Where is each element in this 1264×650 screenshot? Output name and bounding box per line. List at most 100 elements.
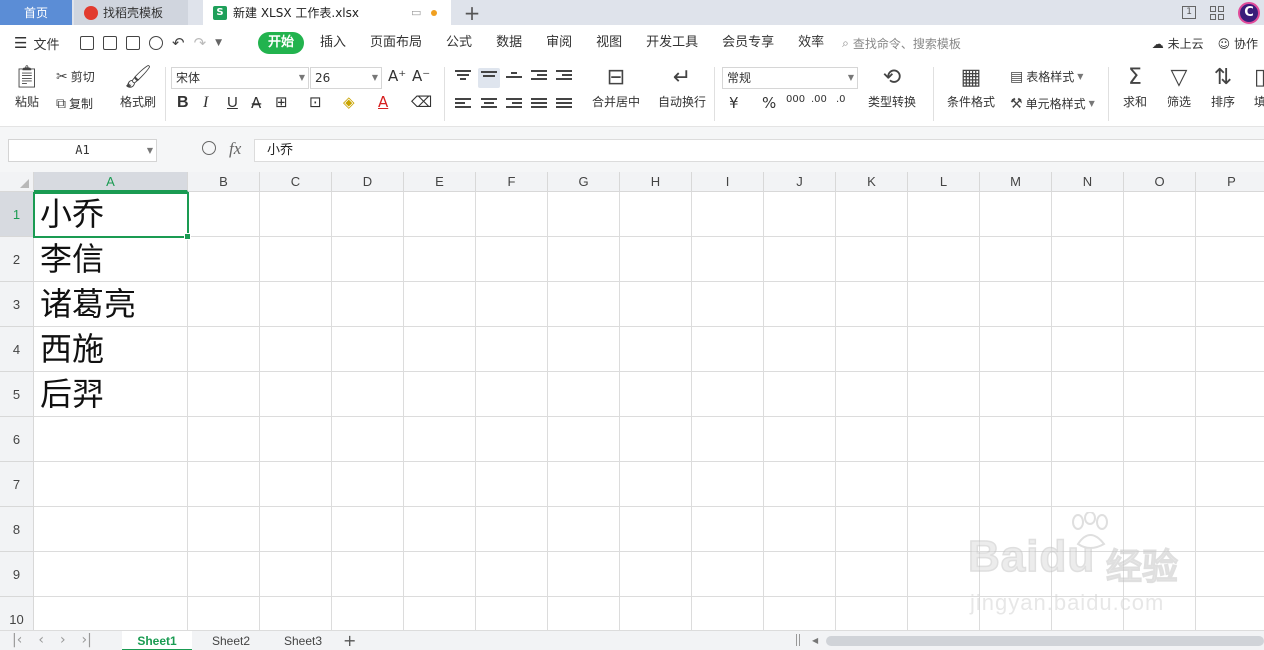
tab-insert[interactable]: 插入 — [308, 32, 358, 54]
cell-p8[interactable] — [1196, 507, 1264, 552]
cell-m5[interactable] — [980, 372, 1052, 417]
cell-d7[interactable] — [332, 462, 404, 507]
cell-h6[interactable] — [620, 417, 692, 462]
cell-l3[interactable] — [908, 282, 980, 327]
cell-a4[interactable]: 西施 — [34, 327, 188, 372]
cell-k8[interactable] — [836, 507, 908, 552]
row-header-10[interactable]: 10 — [0, 597, 34, 630]
thousands-icon[interactable]: 000 — [786, 94, 805, 105]
new-tab-button[interactable]: + — [462, 0, 482, 25]
cell-g5[interactable] — [548, 372, 620, 417]
column-header-c[interactable]: C — [260, 172, 332, 192]
cell-o7[interactable] — [1124, 462, 1196, 507]
cell-h1[interactable] — [620, 192, 692, 237]
percent-icon[interactable]: % — [762, 94, 776, 112]
cell-c10[interactable] — [260, 597, 332, 630]
fill-button[interactable]: ▯ 填 — [1250, 65, 1264, 110]
column-header-l[interactable]: L — [908, 172, 980, 192]
cell-p1[interactable] — [1196, 192, 1264, 237]
align-left-icon[interactable] — [455, 98, 471, 112]
cell-n6[interactable] — [1052, 417, 1124, 462]
column-header-a[interactable]: A — [34, 172, 188, 192]
layout-badge-icon[interactable]: 1 — [1182, 6, 1196, 19]
cell-g8[interactable] — [548, 507, 620, 552]
cell-o6[interactable] — [1124, 417, 1196, 462]
tab-page-layout[interactable]: 页面布局 — [358, 32, 434, 54]
filter-button[interactable]: ▽ 筛选 — [1162, 65, 1196, 110]
cell-k6[interactable] — [836, 417, 908, 462]
cell-m6[interactable] — [980, 417, 1052, 462]
cell-o2[interactable] — [1124, 237, 1196, 282]
cell-h2[interactable] — [620, 237, 692, 282]
sheet-tab-sheet2[interactable]: Sheet2 — [196, 631, 266, 650]
undo-icon[interactable]: ↶ — [172, 34, 185, 52]
highlight-icon[interactable]: ◈ — [343, 93, 355, 111]
cell-i3[interactable] — [692, 282, 764, 327]
cell-p3[interactable] — [1196, 282, 1264, 327]
cell-d5[interactable] — [332, 372, 404, 417]
cell-fill-icon[interactable]: ⊡ — [309, 93, 322, 111]
row-header-5[interactable]: 5 — [0, 372, 34, 417]
cell-d4[interactable] — [332, 327, 404, 372]
cell-o1[interactable] — [1124, 192, 1196, 237]
cell-i4[interactable] — [692, 327, 764, 372]
print-preview-icon[interactable] — [149, 36, 163, 50]
align-top-icon[interactable] — [455, 70, 471, 84]
cell-d3[interactable] — [332, 282, 404, 327]
file-menu[interactable]: ☰ 文件 — [14, 34, 59, 53]
row-header-6[interactable]: 6 — [0, 417, 34, 462]
column-header-b[interactable]: B — [188, 172, 260, 192]
cell-i5[interactable] — [692, 372, 764, 417]
sheet-tab-sheet3[interactable]: Sheet3 — [268, 631, 338, 650]
cell-n5[interactable] — [1052, 372, 1124, 417]
cell-k2[interactable] — [836, 237, 908, 282]
cell-f9[interactable] — [476, 552, 548, 597]
cell-d1[interactable] — [332, 192, 404, 237]
cell-m3[interactable] — [980, 282, 1052, 327]
cell-j9[interactable] — [764, 552, 836, 597]
cell-l2[interactable] — [908, 237, 980, 282]
cell-m2[interactable] — [980, 237, 1052, 282]
cell-d10[interactable] — [332, 597, 404, 630]
cell-i9[interactable] — [692, 552, 764, 597]
row-header-8[interactable]: 8 — [0, 507, 34, 552]
cell-f8[interactable] — [476, 507, 548, 552]
cell-a5[interactable]: 后羿 — [34, 372, 188, 417]
cell-j6[interactable] — [764, 417, 836, 462]
apps-grid-icon[interactable] — [1210, 5, 1224, 20]
cell-j8[interactable] — [764, 507, 836, 552]
cell-d2[interactable] — [332, 237, 404, 282]
sum-button[interactable]: Σ 求和 — [1118, 65, 1152, 110]
cell-g4[interactable] — [548, 327, 620, 372]
cell-a2[interactable]: 李信 — [34, 237, 188, 282]
next-sheet-icon[interactable]: › — [60, 631, 66, 650]
underline-icon[interactable]: U — [227, 94, 238, 111]
cell-k4[interactable] — [836, 327, 908, 372]
cell-i7[interactable] — [692, 462, 764, 507]
row-header-3[interactable]: 3 — [0, 282, 34, 327]
tab-document[interactable]: S 新建 XLSX 工作表.xlsx ▭ — [203, 0, 451, 25]
cell-f3[interactable] — [476, 282, 548, 327]
align-center-icon[interactable] — [481, 98, 497, 112]
cell-g6[interactable] — [548, 417, 620, 462]
cell-n4[interactable] — [1052, 327, 1124, 372]
border-icon[interactable]: ⊞ — [275, 93, 288, 111]
cell-b1[interactable] — [188, 192, 260, 237]
tab-member[interactable]: 会员专享 — [710, 32, 786, 54]
type-convert-button[interactable]: ⟲ 类型转换 — [862, 65, 922, 110]
cell-a10[interactable] — [34, 597, 188, 630]
tab-view[interactable]: 视图 — [584, 32, 634, 54]
cell-a8[interactable] — [34, 507, 188, 552]
cell-i2[interactable] — [692, 237, 764, 282]
cell-f7[interactable] — [476, 462, 548, 507]
cell-style-button[interactable]: ⚒ 单元格样式 ▼ — [1010, 95, 1095, 112]
cell-h4[interactable] — [620, 327, 692, 372]
cell-p2[interactable] — [1196, 237, 1264, 282]
scroll-left-icon[interactable]: ◀ — [812, 632, 818, 650]
cell-b5[interactable] — [188, 372, 260, 417]
row-header-7[interactable]: 7 — [0, 462, 34, 507]
column-header-m[interactable]: M — [980, 172, 1052, 192]
cell-b3[interactable] — [188, 282, 260, 327]
cell-n3[interactable] — [1052, 282, 1124, 327]
cell-p9[interactable] — [1196, 552, 1264, 597]
